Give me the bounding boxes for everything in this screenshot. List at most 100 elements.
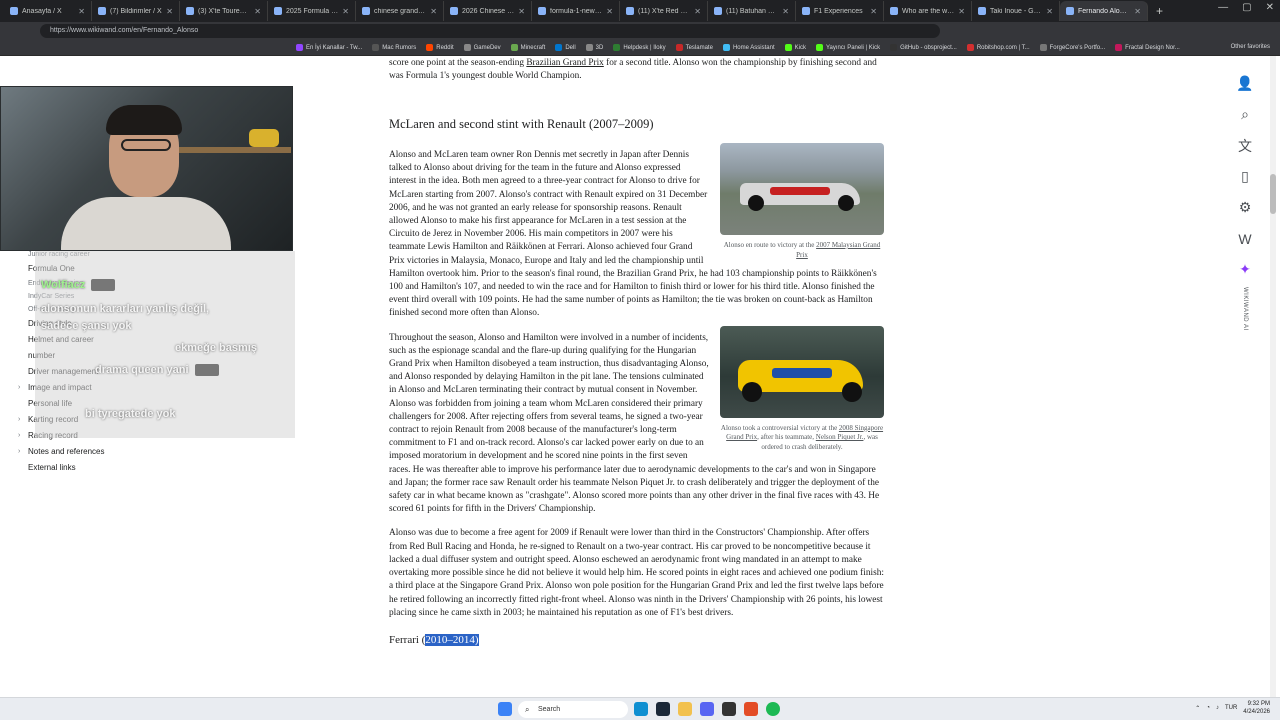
chevron-right-icon[interactable]: › bbox=[18, 444, 20, 460]
tray-chevron-icon[interactable]: ⌃ bbox=[1195, 705, 1200, 712]
emote-icon bbox=[194, 364, 219, 377]
close-tab-icon[interactable]: ✕ bbox=[342, 7, 349, 16]
close-tab-icon[interactable]: ✕ bbox=[78, 7, 85, 16]
close-tab-icon[interactable]: ✕ bbox=[166, 7, 173, 16]
chevron-right-icon[interactable]: › bbox=[18, 380, 20, 396]
browser-tab[interactable]: F1 Experiences ✕ bbox=[796, 1, 884, 21]
browser-tab[interactable]: 2025 Formula One W ✕ bbox=[268, 1, 356, 21]
chevron-right-icon[interactable]: › bbox=[18, 412, 20, 428]
close-tab-icon[interactable]: ✕ bbox=[870, 7, 877, 16]
bookmark-item[interactable]: Dell bbox=[555, 44, 576, 51]
discord-icon[interactable] bbox=[700, 702, 714, 716]
toy-car bbox=[249, 129, 279, 147]
bookmark-label: Minecraft bbox=[520, 44, 546, 51]
volume-icon[interactable]: ♪ bbox=[1216, 705, 1219, 711]
bookmark-item[interactable]: Helpdesk | Iloky bbox=[613, 44, 666, 51]
bookmark-item[interactable]: Minecraft bbox=[510, 44, 546, 51]
browser-tab[interactable]: chinese grand prix tick✕ bbox=[356, 1, 444, 21]
close-tab-icon[interactable]: ✕ bbox=[430, 7, 437, 16]
bookmark-label: Fractal Design Nor... bbox=[1125, 44, 1180, 51]
toc-item[interactable]: › Notes and references bbox=[18, 444, 288, 460]
browser-tab[interactable]: Anasayfa / X ✕ bbox=[4, 1, 92, 21]
chevron-right-icon[interactable]: › bbox=[18, 428, 20, 444]
race-photo[interactable] bbox=[720, 143, 884, 235]
browser-tab[interactable]: Fernando Alonso - Wik✕ bbox=[1060, 1, 1148, 21]
browser-tab[interactable]: (3) X'te Tourens: " ✕ bbox=[180, 1, 268, 21]
url-input[interactable]: https://www.wikiwand.com/en/Fernando_Alo… bbox=[40, 24, 940, 38]
clock[interactable]: 9:32 PM 4/24/2026 bbox=[1243, 700, 1270, 716]
bookmark-item[interactable]: GameDev bbox=[463, 44, 501, 51]
bookmark-item[interactable]: Reddit bbox=[426, 44, 454, 51]
browser-tab[interactable]: 2026 Chinese Grand P✕ bbox=[444, 1, 532, 21]
person-icon[interactable]: 👤 bbox=[1230, 68, 1260, 99]
wikiwand-ai-label[interactable]: WIKIWAND AI bbox=[1242, 287, 1248, 331]
scrollbar[interactable] bbox=[1270, 56, 1276, 697]
close-tab-icon[interactable]: ✕ bbox=[1134, 7, 1141, 16]
bookmark-item[interactable]: Yayıncı Paneli | Kick bbox=[815, 44, 880, 51]
network-icon[interactable]: ◔ bbox=[1206, 705, 1210, 711]
taskbar-search[interactable]: ⌕ Search bbox=[518, 701, 628, 718]
browser-tab[interactable]: (11) Batuhan Bozkan ✕ bbox=[708, 1, 796, 21]
browser-tab[interactable]: formula-1-news-2026 ✕ bbox=[532, 1, 620, 21]
article-body: score one point at the season-ending Bra… bbox=[389, 56, 884, 646]
bookmark-item[interactable]: Teslamate bbox=[675, 44, 713, 51]
race-photo[interactable] bbox=[720, 325, 884, 418]
browser-tab[interactable]: (7) Bildirimler / X ✕ bbox=[92, 1, 180, 21]
browser-tab[interactable]: (11) X'te Red Bull Türk ✕ bbox=[620, 1, 708, 21]
wikipedia-icon[interactable]: W bbox=[1230, 223, 1260, 254]
close-tab-icon[interactable]: ✕ bbox=[1046, 7, 1053, 16]
bookmark-item[interactable]: Home Assistant bbox=[722, 44, 775, 51]
translate-icon[interactable]: 文 bbox=[1230, 130, 1260, 161]
close-tab-icon[interactable]: ✕ bbox=[782, 7, 789, 16]
caption-link[interactable]: Nelson Piquet Jr. bbox=[816, 433, 864, 441]
close-tab-icon[interactable]: ✕ bbox=[606, 7, 613, 16]
close-icon[interactable]: ✕ bbox=[1266, 2, 1274, 13]
bookmark-item[interactable]: ForgeCore's Portfo... bbox=[1039, 44, 1105, 51]
figure-malaysia: Alonso en route to victory at the 2007 M… bbox=[720, 143, 884, 260]
maximize-icon[interactable]: ▢ bbox=[1242, 2, 1251, 13]
bookmark-label: Kick bbox=[794, 44, 806, 51]
window-controls: — ▢ ✕ bbox=[1218, 2, 1274, 13]
obs-icon[interactable] bbox=[722, 702, 736, 716]
sparkle-icon[interactable]: ✦ bbox=[1230, 254, 1260, 285]
bookmark-item[interactable]: Fractal Design Nor... bbox=[1115, 44, 1180, 51]
close-tab-icon[interactable]: ✕ bbox=[254, 7, 261, 16]
bookmark-item[interactable]: GitHub - obsproject... bbox=[890, 44, 957, 51]
bookmark-icon[interactable]: ▯ bbox=[1230, 161, 1260, 192]
settings-icon[interactable]: ⚙ bbox=[1230, 192, 1260, 223]
bookmark-item[interactable]: En İyi Kanallar - Tw... bbox=[296, 44, 362, 51]
scroll-thumb[interactable] bbox=[1270, 174, 1276, 214]
chrome-icon[interactable] bbox=[744, 702, 758, 716]
browser-tab[interactable]: Who are the worst dri ✕ bbox=[884, 1, 972, 21]
steam-icon[interactable] bbox=[656, 702, 670, 716]
article-link[interactable]: Brazilian Grand Prix bbox=[526, 58, 603, 68]
close-tab-icon[interactable]: ✕ bbox=[958, 7, 965, 16]
bookmark-item[interactable]: 3D bbox=[585, 44, 604, 51]
folder-icon[interactable] bbox=[678, 702, 692, 716]
close-tab-icon[interactable]: ✕ bbox=[518, 7, 525, 16]
bookmark-item[interactable]: Robitshop.com | T... bbox=[966, 44, 1030, 51]
windows-start-icon[interactable] bbox=[498, 702, 512, 716]
other-favorites-button[interactable]: Other favorites bbox=[1231, 44, 1270, 50]
browser-tab[interactable]: Taki Inoue - Google S ✕ bbox=[972, 1, 1060, 21]
minimize-icon[interactable]: — bbox=[1218, 2, 1228, 13]
favicon-icon bbox=[10, 7, 18, 15]
close-tab-icon[interactable]: ✕ bbox=[694, 7, 701, 16]
bookmark-icon bbox=[585, 44, 593, 51]
favicon-icon bbox=[98, 7, 106, 15]
search-icon[interactable]: ⌕ bbox=[1230, 99, 1260, 130]
language-indicator[interactable]: TUR bbox=[1225, 705, 1237, 711]
bookmark-label: Robitshop.com | T... bbox=[976, 44, 1030, 51]
edge-icon[interactable] bbox=[634, 702, 648, 716]
tab-title: Taki Inoue - Google S bbox=[990, 7, 1042, 15]
bookmark-item[interactable]: Kick bbox=[784, 44, 806, 51]
new-tab-button[interactable]: + bbox=[1148, 4, 1171, 18]
tab-title: F1 Experiences bbox=[814, 7, 863, 15]
spotify-icon[interactable] bbox=[766, 702, 780, 716]
bookmark-label: En İyi Kanallar - Tw... bbox=[306, 44, 363, 51]
bookmark-label: 3D bbox=[595, 44, 604, 51]
paragraph: Alonso was due to become a free agent fo… bbox=[389, 528, 884, 618]
webcam-overlay bbox=[0, 86, 293, 251]
toc-item[interactable]: External links bbox=[28, 460, 288, 476]
bookmark-item[interactable]: Mac Rumors bbox=[372, 44, 416, 51]
